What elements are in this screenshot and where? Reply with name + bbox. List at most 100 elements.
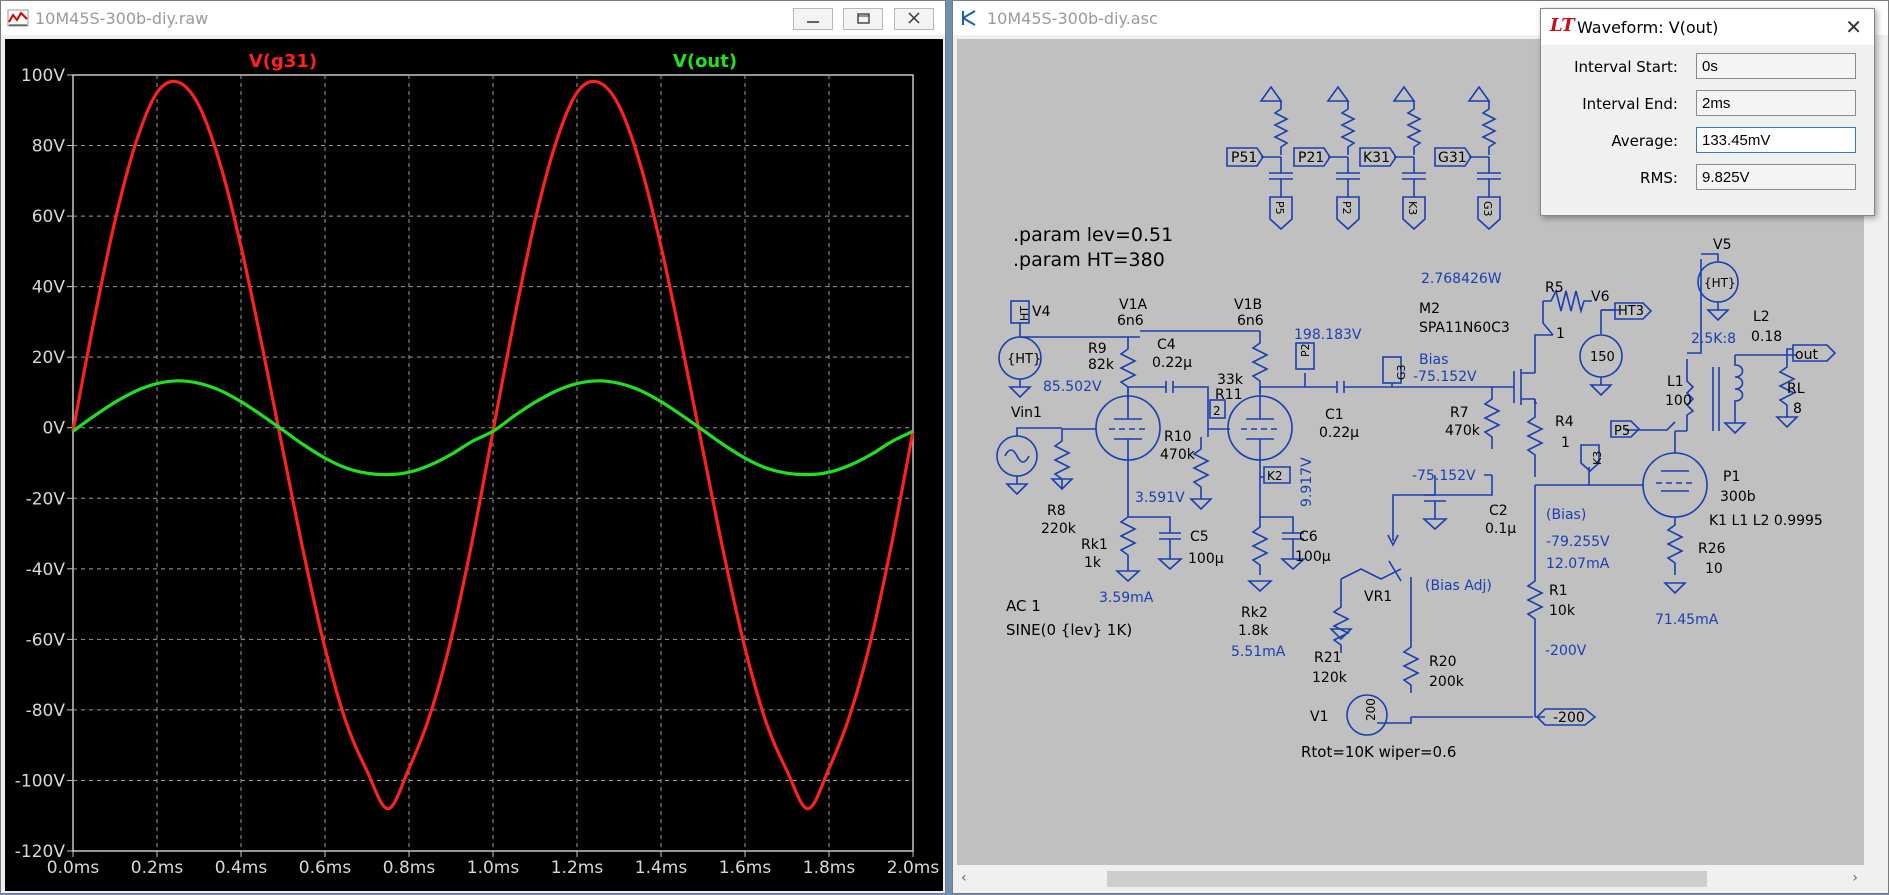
c5-label: C5 — [1190, 529, 1209, 545]
r26-value: 10 — [1705, 561, 1723, 577]
rms-row: RMS: 9.825V — [1541, 162, 1874, 192]
net-label-p5-top[interactable]: P5 — [1273, 201, 1286, 215]
schematic-horizontal-scrollbar[interactable]: ‹ › — [957, 867, 1862, 891]
waveform-stats-dialog: LT Waveform: V(out) ✕ Interval Start: 0s… — [1540, 8, 1875, 216]
dialog-close-button[interactable]: ✕ — [1845, 15, 1862, 39]
net-label-minus200[interactable]: -200 — [1553, 710, 1585, 726]
rl-value: 8 — [1793, 401, 1802, 417]
net-label-g31[interactable]: G31 — [1438, 150, 1467, 166]
r10-value: 470k — [1160, 447, 1196, 463]
net-label-k2[interactable]: K2 — [1267, 469, 1283, 483]
ann-79v: -79.255V — [1546, 534, 1610, 550]
net-label-ht[interactable]: HT — [1018, 306, 1031, 321]
v6-label: V6 — [1591, 289, 1610, 305]
r26-label: R26 — [1698, 541, 1726, 557]
c6-value: 100µ — [1295, 549, 1331, 565]
net-label-out[interactable]: out — [1795, 347, 1818, 363]
interval-end-row: Interval End: 2ms — [1541, 88, 1874, 118]
plot-window-title: 10M45S-300b-diy.raw — [35, 9, 209, 28]
interval-start-row: Interval Start: 0s — [1541, 51, 1874, 81]
p1-label: P1 — [1723, 469, 1740, 485]
l1-label: L1 — [1667, 374, 1684, 390]
net-label-p21[interactable]: P21 — [1298, 150, 1324, 166]
r10-label: R10 — [1164, 429, 1192, 445]
net-label-k31[interactable]: K31 — [1363, 150, 1390, 166]
r4-label: R4 — [1555, 414, 1574, 430]
r11-label: R11 — [1215, 387, 1243, 403]
sine-directive[interactable]: SINE(0 {lev} 1K) — [1006, 621, 1132, 639]
net-label-p2-top[interactable]: P2 — [1340, 201, 1353, 215]
net-label-g3-top[interactable]: G3 — [1481, 201, 1494, 217]
scroll-left-icon[interactable]: ‹ — [961, 870, 967, 886]
r1-label: R1 — [1549, 583, 1568, 599]
average-field[interactable]: 133.45mV — [1696, 127, 1856, 153]
net-label-k3-top[interactable]: K3 — [1406, 201, 1419, 215]
v4-label: V4 — [1032, 304, 1051, 320]
x-tick-label: 1.6ms — [719, 858, 772, 878]
net-label-k3[interactable]: K3 — [1591, 451, 1604, 465]
rk2-value: 1.8k — [1238, 623, 1269, 639]
schematic-window-title: 10M45S-300b-diy.asc — [987, 9, 1158, 28]
net-label-p2[interactable]: P2 — [1299, 343, 1312, 357]
dialog-titlebar[interactable]: LT Waveform: V(out) ✕ — [1541, 9, 1874, 45]
r7-value: 470k — [1445, 423, 1481, 439]
output-stage[interactable]: V5 {HT} 2.5K:8 L2 0.18 out L1 100 RL 8 P… — [1601, 237, 1837, 595]
v5-label: V5 — [1713, 237, 1731, 253]
restore-button[interactable] — [843, 8, 883, 30]
rk1-label: Rk1 — [1081, 537, 1108, 553]
ann-551ma: 5.51mA — [1231, 644, 1286, 660]
interval-start-label: Interval Start: — [1574, 58, 1678, 76]
net-label-2[interactable]: 2 — [1213, 404, 1221, 418]
waveform-app-icon — [7, 7, 29, 33]
l2-label: L2 — [1753, 309, 1770, 325]
x-tick-label: 1.8ms — [803, 858, 856, 878]
c1-value: 0.22µ — [1319, 425, 1359, 441]
ac-directive[interactable]: AC 1 — [1006, 597, 1041, 615]
ann-bias-paren: (Bias) — [1546, 507, 1586, 523]
k1-directive[interactable]: K1 L1 L2 0.9995 — [1709, 513, 1823, 529]
net-label-p5[interactable]: P5 — [1614, 424, 1630, 439]
ann-359ma: 3.59mA — [1099, 590, 1154, 606]
net-label-g3[interactable]: G3 — [1395, 364, 1408, 380]
rk1-value: 1k — [1084, 555, 1102, 571]
m2-value: SPA11N60C3 — [1419, 320, 1510, 336]
minimize-button[interactable] — [793, 8, 833, 30]
interval-end-field[interactable]: 2ms — [1696, 90, 1856, 116]
param-lev-directive[interactable]: .param lev=0.51 — [1013, 224, 1173, 246]
scroll-right-icon[interactable]: › — [1852, 870, 1858, 886]
r9-value: 82k — [1088, 357, 1115, 373]
y-tick-label: 60V — [32, 207, 66, 227]
rms-field[interactable]: 9.825V — [1696, 164, 1856, 190]
plot-window-titlebar[interactable]: 10M45S-300b-diy.raw — [1, 1, 945, 35]
pot-directive[interactable]: Rtot=10K wiper=0.6 — [1301, 743, 1456, 761]
y-tick-label: 80V — [32, 137, 66, 157]
waveform-plot-pane[interactable]: 0.0ms 0.2ms 0.4ms 0.6ms 0.8ms 1.0ms 1.2ms 1.4ms… — [5, 39, 943, 891]
x-tick-label: 0.2ms — [131, 858, 184, 878]
legend-vg31: V(g31) — [249, 51, 317, 72]
scrollbar-thumb[interactable] — [1107, 871, 1707, 887]
average-label: Average: — [1611, 132, 1678, 150]
ann-bias: Bias — [1419, 352, 1448, 368]
y-tick-label: -40V — [26, 560, 66, 580]
r20-value: 200k — [1429, 674, 1465, 690]
close-button[interactable] — [894, 8, 934, 30]
v1a-label: V1A — [1119, 297, 1147, 313]
waveform-chart[interactable]: 0.0ms 0.2ms 0.4ms 0.6ms 0.8ms 1.0ms 1.2ms 1.4ms… — [5, 39, 943, 891]
ann-85v: 85.502V — [1043, 379, 1102, 395]
m2-label: M2 — [1419, 301, 1440, 317]
interval-start-field[interactable]: 0s — [1696, 53, 1856, 79]
y-tick-label: -60V — [26, 630, 66, 650]
y-tick-label: 0V — [43, 419, 66, 439]
net-label-ht3[interactable]: HT3 — [1618, 304, 1644, 319]
y-tick-label: -120V — [15, 842, 66, 862]
v4-value: {HT} — [1007, 352, 1041, 367]
net-label-p51[interactable]: P51 — [1231, 150, 1257, 166]
param-ht-directive[interactable]: .param HT=380 — [1013, 249, 1165, 271]
y-tick-label: -100V — [15, 771, 66, 791]
x-tick-label: 2.0ms — [887, 858, 940, 878]
ann-power: 2.768426W — [1421, 271, 1502, 287]
c2-label: C2 — [1489, 503, 1508, 519]
x-tick-label: 0.8ms — [383, 858, 436, 878]
r1-value: 10k — [1549, 603, 1576, 619]
probe-networks: P51 P21 K31 G31 P5 P2 K3 G3 — [1226, 85, 1501, 231]
